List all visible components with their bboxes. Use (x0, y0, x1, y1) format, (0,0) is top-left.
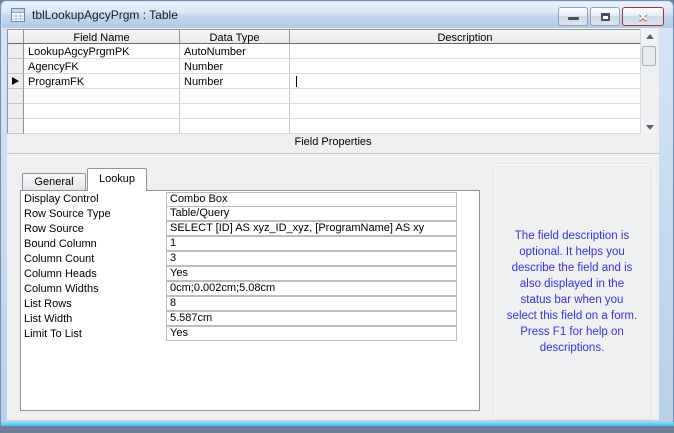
property-row: Bound Column 1 (24, 236, 479, 252)
field-name-cell[interactable]: LookupAgcyPrgmPK (24, 44, 180, 59)
table-row-empty (7, 104, 641, 119)
tab-general[interactable]: General (22, 173, 86, 191)
row-selector-current[interactable] (7, 74, 24, 89)
field-name-cell[interactable]: ProgramFK (24, 74, 180, 89)
data-type-cell[interactable] (180, 119, 290, 134)
property-value-input[interactable]: Yes (166, 266, 457, 281)
property-value-input[interactable]: 5.587cm (166, 311, 457, 326)
row-selector[interactable] (7, 119, 24, 134)
table-icon (11, 8, 25, 22)
current-row-indicator-icon (12, 77, 19, 85)
arrow-up-icon (646, 34, 654, 39)
scroll-up-button[interactable] (642, 29, 657, 44)
text-caret (296, 76, 297, 87)
minimize-button[interactable] (558, 7, 588, 26)
property-row: Row Source SELECT [ID] AS xyz_ID_xyz, [P… (24, 221, 479, 237)
property-row: List Rows 8 (24, 296, 479, 312)
data-type-cell[interactable]: Number (180, 74, 290, 89)
description-cell[interactable] (290, 59, 641, 74)
property-value-input[interactable]: 8 (166, 296, 457, 311)
section-divider (7, 153, 659, 157)
row-selector-header (7, 29, 24, 44)
help-panel: The field description is optional. It he… (493, 163, 651, 420)
property-name: Column Heads (24, 268, 97, 280)
property-name: Column Widths (24, 283, 99, 295)
tab-lookup[interactable]: Lookup (87, 168, 147, 191)
column-header-field-name: Field Name (24, 29, 180, 44)
data-type-cell[interactable] (180, 89, 290, 104)
field-name-cell[interactable]: AgencyFK (24, 59, 180, 74)
restore-button[interactable] (590, 7, 620, 26)
description-cell[interactable] (290, 104, 641, 119)
property-name: List Width (24, 313, 73, 325)
help-text: The field description is optional. It he… (506, 230, 638, 354)
property-name: Limit To List (24, 328, 82, 340)
description-cell[interactable] (290, 89, 641, 104)
window-controls: ✕ (558, 7, 664, 26)
column-header-description: Description (290, 29, 641, 44)
close-icon: ✕ (637, 10, 649, 24)
table-row-empty (7, 89, 641, 104)
window-title: tblLookupAgcyPrgm : Table (32, 8, 178, 22)
property-value-input[interactable]: Combo Box (166, 192, 457, 207)
property-row: Row Source Type Table/Query (24, 206, 479, 222)
field-grid: Field Name Data Type Description LookupA… (7, 29, 658, 135)
field-name-cell[interactable] (24, 104, 180, 119)
data-type-cell[interactable]: AutoNumber (180, 44, 290, 59)
table-row: LookupAgcyPrgmPK AutoNumber (7, 44, 641, 59)
arrow-down-icon (646, 125, 654, 130)
row-selector[interactable] (7, 44, 24, 59)
close-button[interactable]: ✕ (622, 7, 664, 26)
property-name: Row Source (24, 223, 84, 235)
access-workspace: tblLookupAgcyPrgm : Table ✕ Field Name D… (0, 0, 674, 433)
property-value-input[interactable]: Yes (166, 326, 457, 341)
description-cell[interactable] (290, 119, 641, 134)
property-value-input[interactable]: 1 (166, 236, 457, 251)
property-row: Limit To List Yes (24, 326, 479, 342)
row-selector[interactable] (7, 89, 24, 104)
design-view-content: Field Name Data Type Description LookupA… (7, 28, 659, 420)
scrollbar-thumb[interactable] (642, 46, 656, 66)
field-name-cell[interactable] (24, 119, 180, 134)
property-row: Column Count 3 (24, 251, 479, 267)
property-row: List Width 5.587cm (24, 311, 479, 327)
minimize-icon (568, 17, 579, 20)
row-selector[interactable] (7, 104, 24, 119)
property-value-input[interactable]: SELECT [ID] AS xyz_ID_xyz, [ProgramName]… (166, 221, 457, 236)
table-row-empty (7, 119, 641, 134)
restore-icon (601, 13, 610, 21)
property-sheet: Display Control Combo Box Row Source Typ… (20, 190, 480, 411)
table-design-window: tblLookupAgcyPrgm : Table ✕ Field Name D… (0, 0, 674, 426)
property-name: Display Control (24, 193, 99, 205)
window-bottom-edge (1, 422, 674, 426)
property-row: Display Control Combo Box (24, 192, 479, 207)
field-properties-label: Field Properties (294, 136, 372, 148)
scroll-down-button[interactable] (642, 119, 657, 134)
property-value-input[interactable]: Table/Query (166, 206, 457, 221)
data-type-cell[interactable] (180, 104, 290, 119)
grid-header-row: Field Name Data Type Description (7, 29, 641, 44)
property-row: Column Widths 0cm;0.002cm;5.08cm (24, 281, 479, 297)
property-name: List Rows (24, 298, 72, 310)
property-value-input[interactable]: 0cm;0.002cm;5.08cm (166, 281, 457, 296)
table-row: AgencyFK Number (7, 59, 641, 74)
table-row-current: ProgramFK Number (7, 74, 641, 89)
description-cell-focused[interactable] (290, 74, 641, 89)
description-cell[interactable] (290, 44, 641, 59)
property-name: Column Count (24, 253, 95, 265)
property-name: Bound Column (24, 238, 97, 250)
property-name: Row Source Type (24, 208, 111, 220)
field-name-cell[interactable] (24, 89, 180, 104)
grid-vertical-scrollbar[interactable] (640, 29, 658, 134)
column-header-data-type: Data Type (180, 29, 290, 44)
property-value-input[interactable]: 3 (166, 251, 457, 266)
property-row: Column Heads Yes (24, 266, 479, 282)
data-type-cell[interactable]: Number (180, 59, 290, 74)
title-bar[interactable]: tblLookupAgcyPrgm : Table ✕ (2, 2, 673, 28)
row-selector[interactable] (7, 59, 24, 74)
